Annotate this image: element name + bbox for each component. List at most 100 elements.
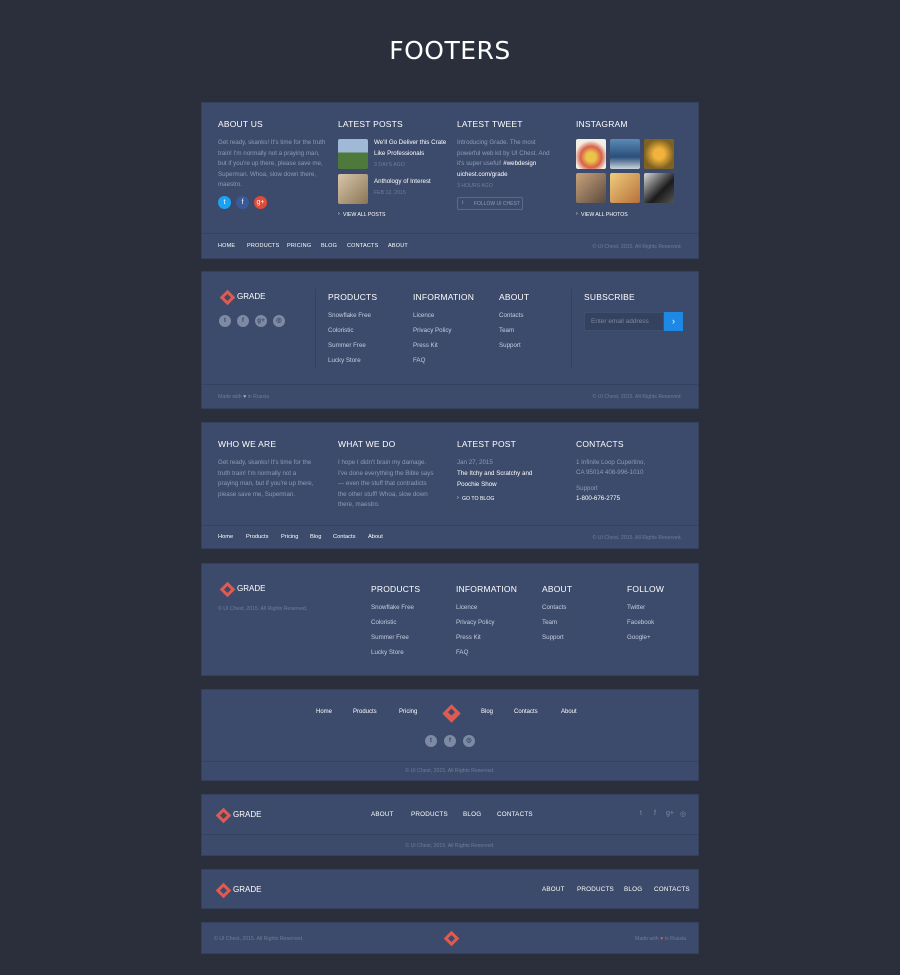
google-plus-icon[interactable]: g+ [254, 196, 267, 209]
nav-home[interactable]: Home [218, 534, 233, 540]
support-label: Support [576, 485, 598, 492]
follow-link[interactable]: Twitter [627, 604, 645, 611]
instagram-icon[interactable]: ◎ [273, 315, 285, 327]
products-link[interactable]: Coloristic [328, 327, 353, 334]
twitter-icon[interactable]: t [219, 315, 231, 327]
support-phone[interactable]: 1-800-676-2775 [576, 494, 620, 505]
post-date: 3 DAYS AGO [374, 162, 405, 168]
post-thumbnail[interactable] [338, 174, 368, 204]
instagram-photo[interactable] [610, 173, 640, 203]
post-date: FEB 12, 2015 [374, 190, 406, 196]
who-we-are-text: Get ready, skanks! It's time for the tru… [218, 459, 314, 498]
instagram-icon[interactable]: ◎ [463, 735, 475, 747]
view-all-photos-link[interactable]: VIEW ALL PHOTOS [581, 212, 628, 218]
go-to-blog-link[interactable]: GO TO BLOG [462, 496, 494, 502]
nav-blog[interactable]: Blog [310, 534, 321, 540]
instagram-photo[interactable] [610, 139, 640, 169]
facebook-icon[interactable]: f [236, 196, 249, 209]
follow-link[interactable]: Facebook [627, 619, 654, 626]
nav-products[interactable]: PRODUCTS [247, 243, 279, 249]
subscribe-button[interactable]: › [664, 312, 683, 331]
nav-about[interactable]: About [368, 534, 383, 540]
about-link[interactable]: Team [499, 327, 514, 334]
grade-logo-icon[interactable] [219, 289, 236, 306]
nav-contacts[interactable]: CONTACTS [654, 886, 690, 893]
nav-about[interactable]: ABOUT [371, 811, 394, 818]
grade-logo-icon[interactable] [219, 581, 236, 598]
view-all-posts-link[interactable]: VIEW ALL POSTS [343, 212, 385, 218]
email-input[interactable]: Enter email address [584, 312, 664, 331]
logo-text[interactable]: GRADE [237, 584, 265, 593]
divider [571, 289, 572, 369]
instagram-photo[interactable] [644, 173, 674, 203]
information-link[interactable]: Privacy Policy [456, 619, 495, 626]
nav-home[interactable]: Home [316, 709, 332, 715]
grade-logo-icon[interactable] [443, 930, 460, 947]
follow-link[interactable]: Google+ [627, 634, 651, 641]
nav-products[interactable]: Products [246, 534, 268, 540]
post-title[interactable]: Anthology of Interest [374, 177, 454, 188]
about-link[interactable]: Support [499, 342, 521, 349]
nav-about[interactable]: ABOUT [388, 243, 408, 249]
products-link[interactable]: Summer Free [371, 634, 409, 641]
instagram-photo[interactable] [576, 173, 606, 203]
nav-contacts[interactable]: CONTACTS [347, 243, 378, 249]
nav-products[interactable]: PRODUCTS [577, 886, 614, 893]
nav-pricing[interactable]: Pricing [281, 534, 298, 540]
about-link[interactable]: Support [542, 634, 564, 641]
google-plus-icon[interactable]: g+ [666, 810, 674, 817]
twitter-icon[interactable]: t [218, 196, 231, 209]
logo-text[interactable]: GRADE [237, 292, 265, 301]
nav-products[interactable]: PRODUCTS [411, 811, 448, 818]
instagram-photo[interactable] [644, 139, 674, 169]
products-link[interactable]: Lucky Store [328, 357, 361, 364]
google-plus-icon[interactable]: g+ [255, 315, 267, 327]
grade-logo-icon[interactable] [215, 807, 232, 824]
facebook-icon[interactable]: f [654, 810, 656, 817]
information-link[interactable]: Licence [413, 312, 434, 319]
copyright: © UI Chest, 2015. All Rights Reserved. [592, 535, 682, 541]
nav-blog[interactable]: BLOG [321, 243, 337, 249]
nav-products[interactable]: Products [353, 709, 377, 715]
information-link[interactable]: FAQ [413, 357, 425, 364]
instagram-photo[interactable] [576, 139, 606, 169]
nav-contacts[interactable]: CONTACTS [497, 811, 533, 818]
grade-logo-icon[interactable] [215, 882, 232, 899]
information-link[interactable]: Licence [456, 604, 477, 611]
about-us-heading: ABOUT US [218, 119, 263, 129]
information-link[interactable]: Press Kit [456, 634, 481, 641]
nav-blog[interactable]: Blog [481, 709, 493, 715]
products-link[interactable]: Summer Free [328, 342, 366, 349]
facebook-icon[interactable]: f [237, 315, 249, 327]
facebook-icon[interactable]: f [444, 735, 456, 747]
nav-pricing[interactable]: PRICING [287, 243, 311, 249]
logo-text[interactable]: GRADE [233, 885, 261, 894]
nav-about[interactable]: About [561, 709, 577, 715]
nav-blog[interactable]: BLOG [624, 886, 642, 893]
twitter-icon[interactable]: t [425, 735, 437, 747]
instagram-icon[interactable]: ◎ [680, 810, 686, 818]
logo-text[interactable]: GRADE [233, 810, 261, 819]
nav-contacts[interactable]: Contacts [514, 709, 538, 715]
grade-logo-icon[interactable] [442, 704, 461, 723]
post-title[interactable]: The Itchy and Scratchy and Poochie Show [457, 469, 549, 490]
post-title[interactable]: We'll Go Deliver this Crate Like Profess… [374, 138, 454, 159]
follow-button[interactable]: FOLLOW UI CHEST [457, 197, 523, 210]
nav-contacts[interactable]: Contacts [333, 534, 355, 540]
nav-about[interactable]: ABOUT [542, 886, 565, 893]
information-link[interactable]: Press Kit [413, 342, 438, 349]
products-link[interactable]: Snowflake Free [328, 312, 371, 319]
nav-pricing[interactable]: Pricing [399, 709, 417, 715]
nav-home[interactable]: HOME [218, 243, 235, 249]
information-link[interactable]: FAQ [456, 649, 468, 656]
about-link[interactable]: Contacts [499, 312, 523, 319]
products-link[interactable]: Lucky Store [371, 649, 404, 656]
post-thumbnail[interactable] [338, 139, 368, 169]
information-link[interactable]: Privacy Policy [413, 327, 452, 334]
products-link[interactable]: Snowflake Free [371, 604, 414, 611]
about-link[interactable]: Team [542, 619, 557, 626]
products-link[interactable]: Coloristic [371, 619, 396, 626]
nav-blog[interactable]: BLOG [463, 811, 481, 818]
twitter-icon[interactable]: t [640, 810, 642, 817]
about-link[interactable]: Contacts [542, 604, 566, 611]
